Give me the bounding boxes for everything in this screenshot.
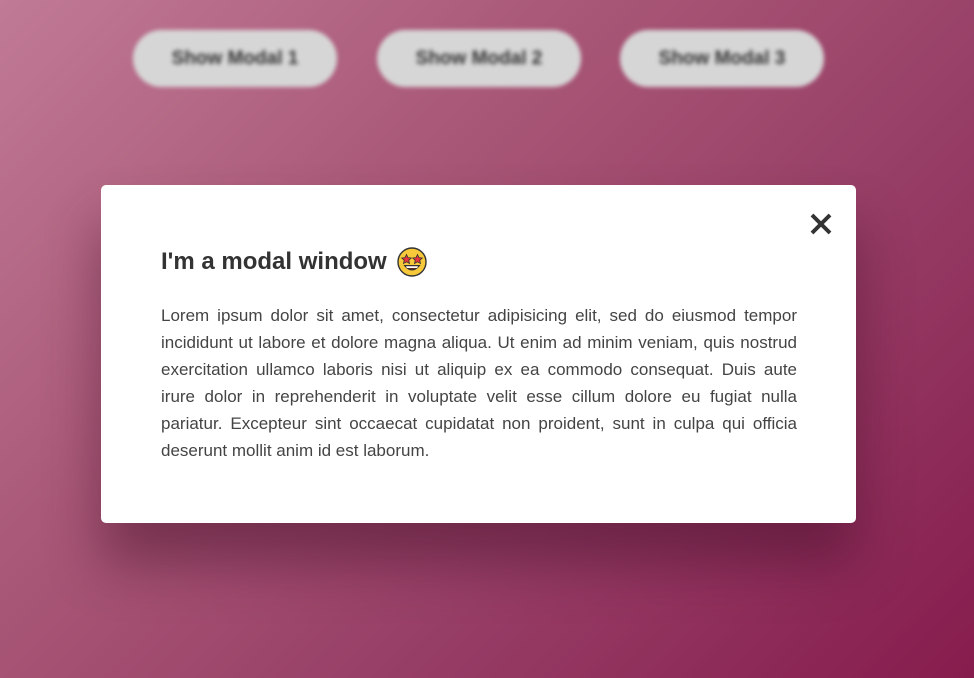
show-modal-2-button[interactable]: Show Modal 2	[377, 30, 581, 87]
modal-title-text: I'm a modal window	[161, 248, 387, 275]
page-button-row: Show Modal 1 Show Modal 2 Show Modal 3	[0, 0, 974, 120]
modal-title: I'm a modal window	[161, 247, 427, 277]
close-icon[interactable]	[808, 211, 834, 237]
show-modal-1-button[interactable]: Show Modal 1	[133, 30, 337, 87]
star-struck-emoji-icon	[397, 247, 427, 277]
modal-body-text: Lorem ipsum dolor sit amet, consectetur …	[161, 306, 797, 460]
show-modal-3-button[interactable]: Show Modal 3	[620, 30, 824, 87]
modal-window: I'm a modal window Lorem ipsum dolor sit…	[101, 185, 856, 523]
